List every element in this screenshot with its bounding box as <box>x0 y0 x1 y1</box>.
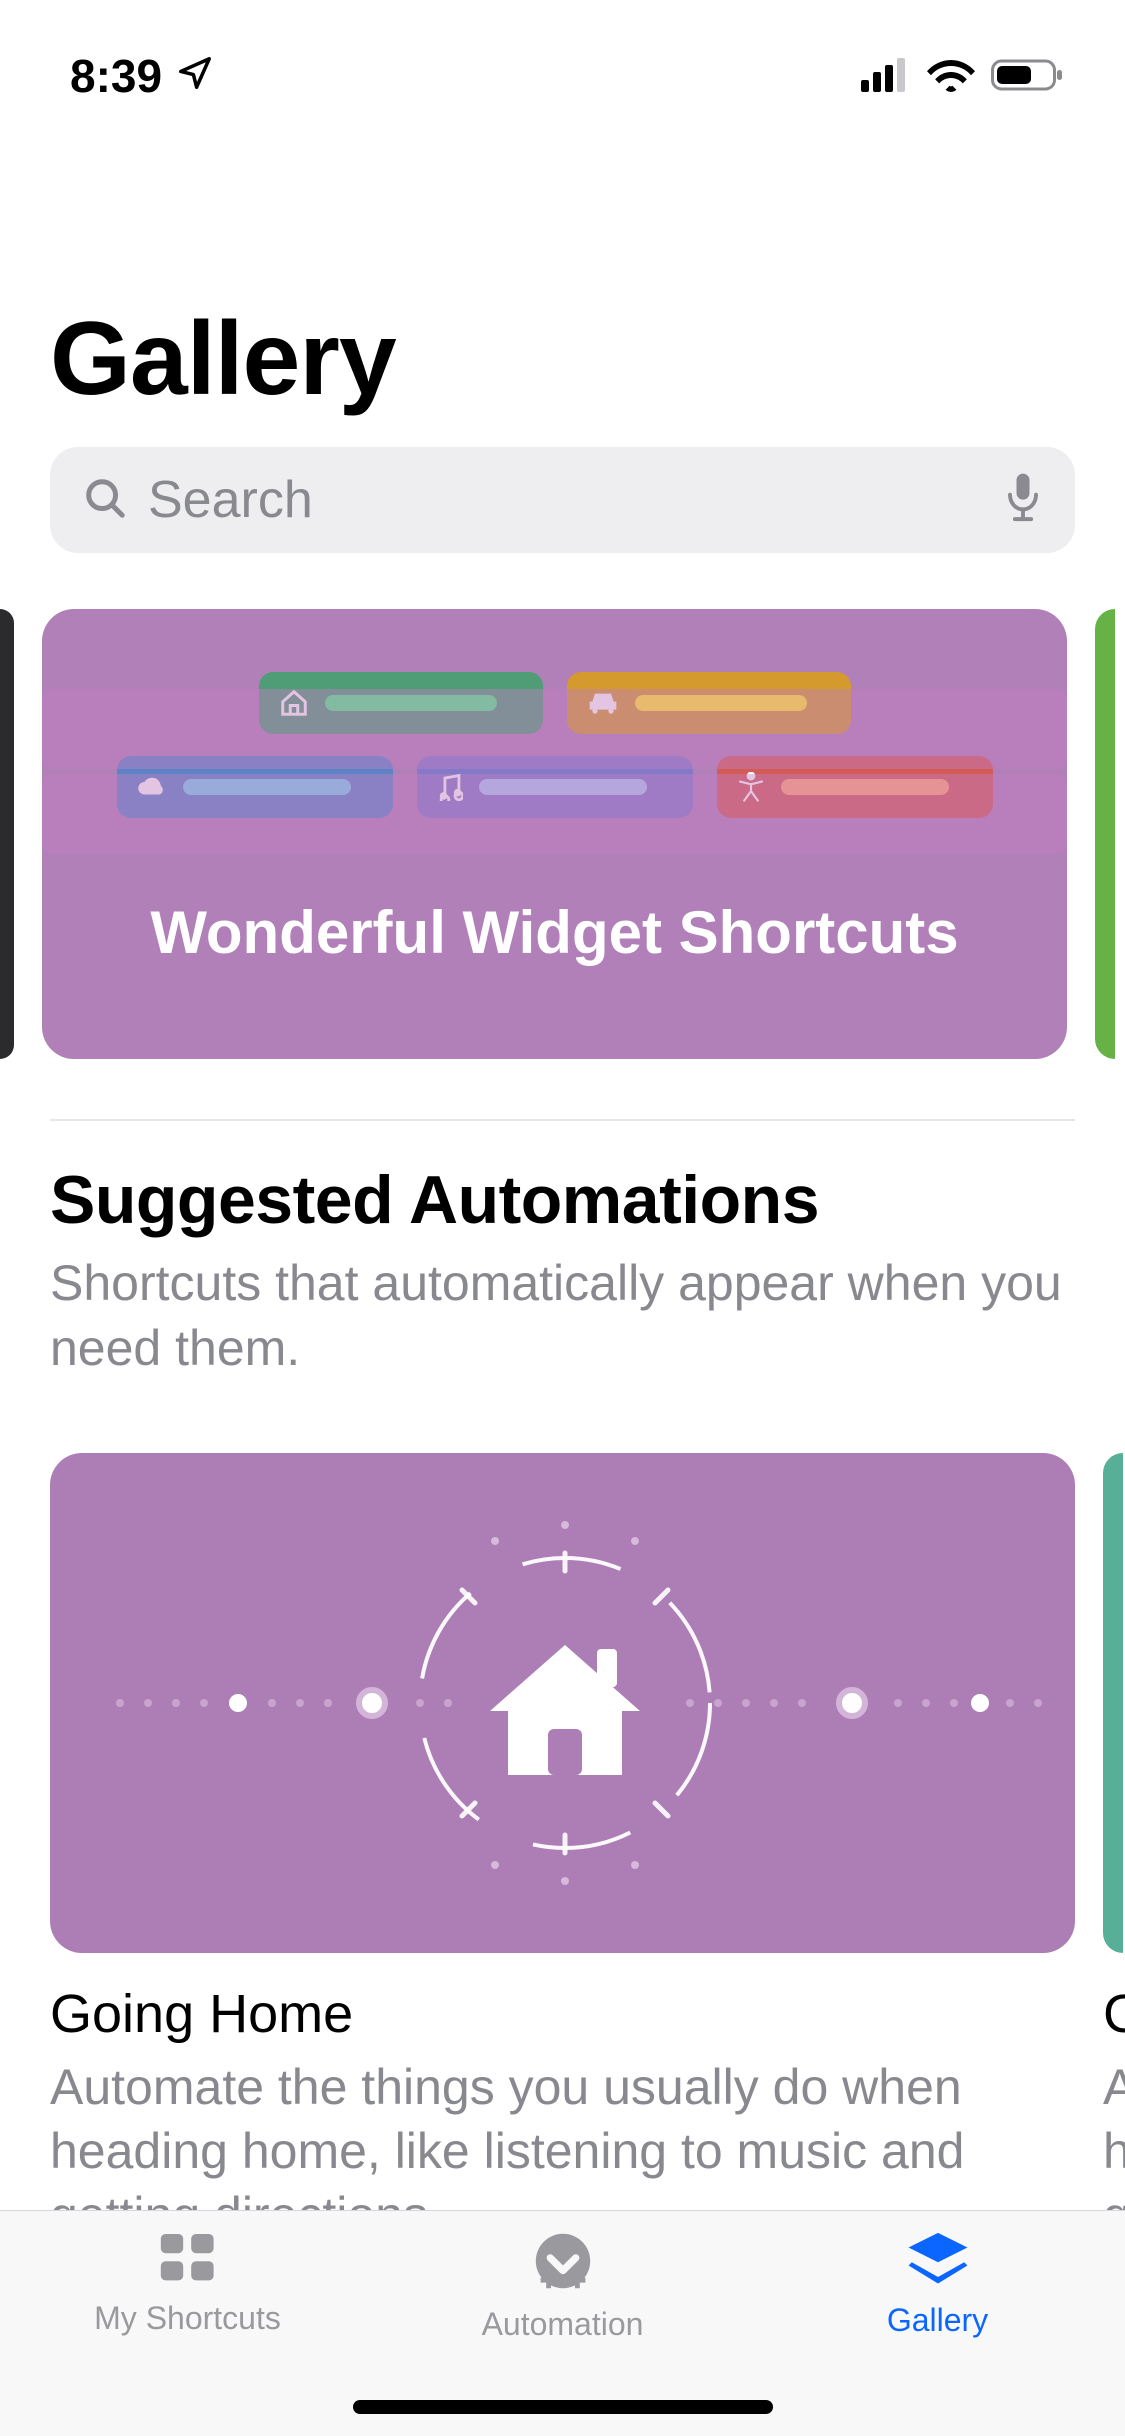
search-icon <box>82 475 128 526</box>
featured-card-title: Wonderful Widget Shortcuts <box>150 898 958 967</box>
featured-card-widget-shortcuts[interactable]: Wonderful Widget Shortcuts <box>42 609 1067 1059</box>
cellular-signal-icon <box>861 49 911 103</box>
tab-gallery[interactable]: Gallery <box>752 2229 1123 2436</box>
tab-my-shortcuts[interactable]: My Shortcuts <box>2 2229 373 2436</box>
search-input[interactable]: Search <box>50 447 1075 553</box>
page-title: Gallery <box>50 300 1075 419</box>
header: Gallery <box>0 120 1125 419</box>
status-left: 8:39 <box>70 49 214 103</box>
status-time: 8:39 <box>70 49 162 103</box>
going-home-illustration <box>50 1453 1075 1953</box>
tab-label: My Shortcuts <box>94 2300 281 2337</box>
automation-icon <box>531 2229 595 2298</box>
search-placeholder: Search <box>148 470 983 530</box>
featured-prev-peek[interactable] <box>0 609 14 1059</box>
status-right <box>861 49 1065 103</box>
suggested-automations-section: Suggested Automations Shortcuts that aut… <box>0 1121 1125 1381</box>
suggested-card-going-home[interactable]: Going Home Automate the things you usual… <box>50 1453 1075 2247</box>
grid-icon <box>156 2229 220 2292</box>
gallery-stack-icon <box>902 2229 974 2294</box>
tab-label: Gallery <box>887 2302 988 2339</box>
wifi-icon <box>927 49 975 103</box>
suggested-card-title: Going Home <box>50 1983 1075 2045</box>
status-bar: 8:39 <box>0 0 1125 120</box>
suggested-subtitle: Shortcuts that automatically appear when… <box>50 1251 1075 1381</box>
battery-icon <box>991 49 1065 103</box>
location-arrow-icon <box>176 49 214 103</box>
tab-label: Automation <box>482 2306 644 2343</box>
suggested-next-peek[interactable]: G A h g <box>1103 1453 1125 2247</box>
home-indicator[interactable] <box>353 2400 773 2414</box>
microphone-icon[interactable] <box>1003 472 1043 529</box>
suggested-carousel[interactable]: Going Home Automate the things you usual… <box>0 1381 1125 2247</box>
featured-next-peek[interactable] <box>1095 609 1115 1059</box>
suggested-title: Suggested Automations <box>50 1161 1075 1239</box>
featured-carousel[interactable]: Wonderful Widget Shortcuts <box>0 553 1125 1059</box>
